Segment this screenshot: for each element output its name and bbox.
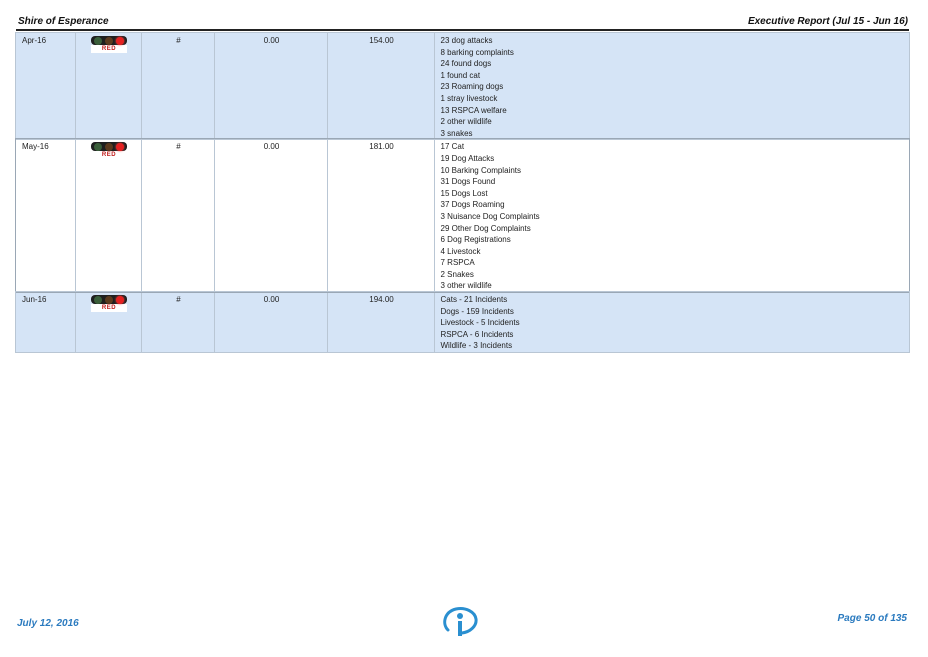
detail-line: 7 RSPCA	[440, 258, 475, 268]
target-value: 0.00	[213, 139, 327, 293]
traffic-light-icon: RED	[91, 295, 127, 313]
traffic-light-icon: RED	[91, 36, 127, 53]
table-row: Apr-16 RED #0.00 154.00 23 dog attacks 8 bark…	[15, 31, 910, 141]
detail-line: 3 snakes	[440, 128, 473, 138]
detail-line: 3 Nuisance Dog Complaints	[440, 211, 540, 221]
month-cell: Jun-16	[16, 292, 75, 353]
status-cell: RED	[74, 33, 141, 140]
detail-line: 19 Dog Attacks	[440, 153, 495, 163]
detail-line: RSPCA - 6 Incidents	[440, 329, 514, 339]
detail-line: Livestock - 5 Incidents	[440, 318, 520, 328]
status-label: RED	[91, 45, 127, 53]
detail-line: 6 Dog Registrations	[440, 235, 511, 245]
detail-line: 31 Dogs Found	[440, 177, 496, 187]
status-cell: RED	[74, 139, 141, 293]
symbol-cell: #	[140, 139, 214, 293]
detail-line: 13 RSPCA welfare	[440, 105, 507, 115]
symbol-cell: #	[140, 33, 214, 140]
detail-line: Dogs - 159 Incidents	[440, 306, 514, 316]
details-cell: 23 dog attacks 8 barking complaints 24 fou…	[433, 33, 909, 140]
detail-line: 17 Cat	[440, 142, 465, 152]
detail-line: 23 dog attacks	[440, 36, 493, 45]
page-number: Page 50 of 135	[837, 613, 907, 624]
detail-line: 2 Snakes	[440, 269, 474, 279]
target-value: 0.00	[213, 292, 327, 353]
detail-line: 8 barking complaints	[440, 47, 514, 57]
table-row: May-16 RED #0.00 181.00 17 Cat 19 Dog Attacks…	[15, 138, 910, 294]
detail-line: 10 Barking Complaints	[440, 165, 521, 175]
detail-line: 2 other wildlife	[440, 117, 492, 127]
detail-line: 15 Dogs Lost	[440, 188, 488, 198]
detail-line: 1 found cat	[440, 70, 481, 80]
detail-line: 4 Livestock	[440, 246, 481, 256]
actual-value: 194.00	[326, 292, 434, 353]
footer-date: July 12, 2016	[17, 618, 79, 629]
detail-line: 29 Other Dog Complaints	[440, 223, 531, 233]
month-cell: May-16	[16, 139, 75, 293]
month-cell: Apr-16	[16, 33, 75, 140]
target-value: 0.00	[213, 33, 327, 140]
info-logo-icon	[443, 607, 478, 636]
detail-line: 23 Roaming dogs	[440, 82, 504, 92]
detail-line: 24 found dogs	[440, 59, 492, 69]
actual-value: 181.00	[326, 139, 434, 293]
actual-value: 154.00	[326, 33, 434, 140]
status-label: RED	[91, 151, 127, 160]
traffic-light-icon: RED	[91, 142, 127, 160]
detail-line: 1 stray livestock	[440, 93, 498, 103]
detail-line: Wildlife - 3 Incidents	[440, 341, 513, 351]
detail-line: 37 Dogs Roaming	[440, 200, 505, 210]
detail-line: Cats - 21 Incidents	[440, 295, 508, 305]
status-label: RED	[91, 304, 127, 313]
organisation-name: Shire of Esperance	[18, 16, 109, 27]
symbol-cell: #	[140, 292, 214, 353]
table-row: Jun-16 RED #0.00 194.00 Cats - 21 Incidents D…	[15, 291, 910, 354]
report-title: Executive Report (Jul 15 - Jun 16)	[747, 16, 908, 27]
details-cell: 17 Cat 19 Dog Attacks 10 Barking Complaint…	[433, 139, 909, 293]
report-table: Apr-16 RED #0.00 154.00 23 dog attacks 8 bark…	[15, 31, 910, 354]
details-cell: Cats - 21 Incidents Dogs - 159 Incidents L…	[433, 292, 909, 353]
header-divider	[16, 29, 909, 31]
status-cell: RED	[74, 292, 141, 353]
detail-line: 3 other wildlife	[440, 281, 492, 291]
